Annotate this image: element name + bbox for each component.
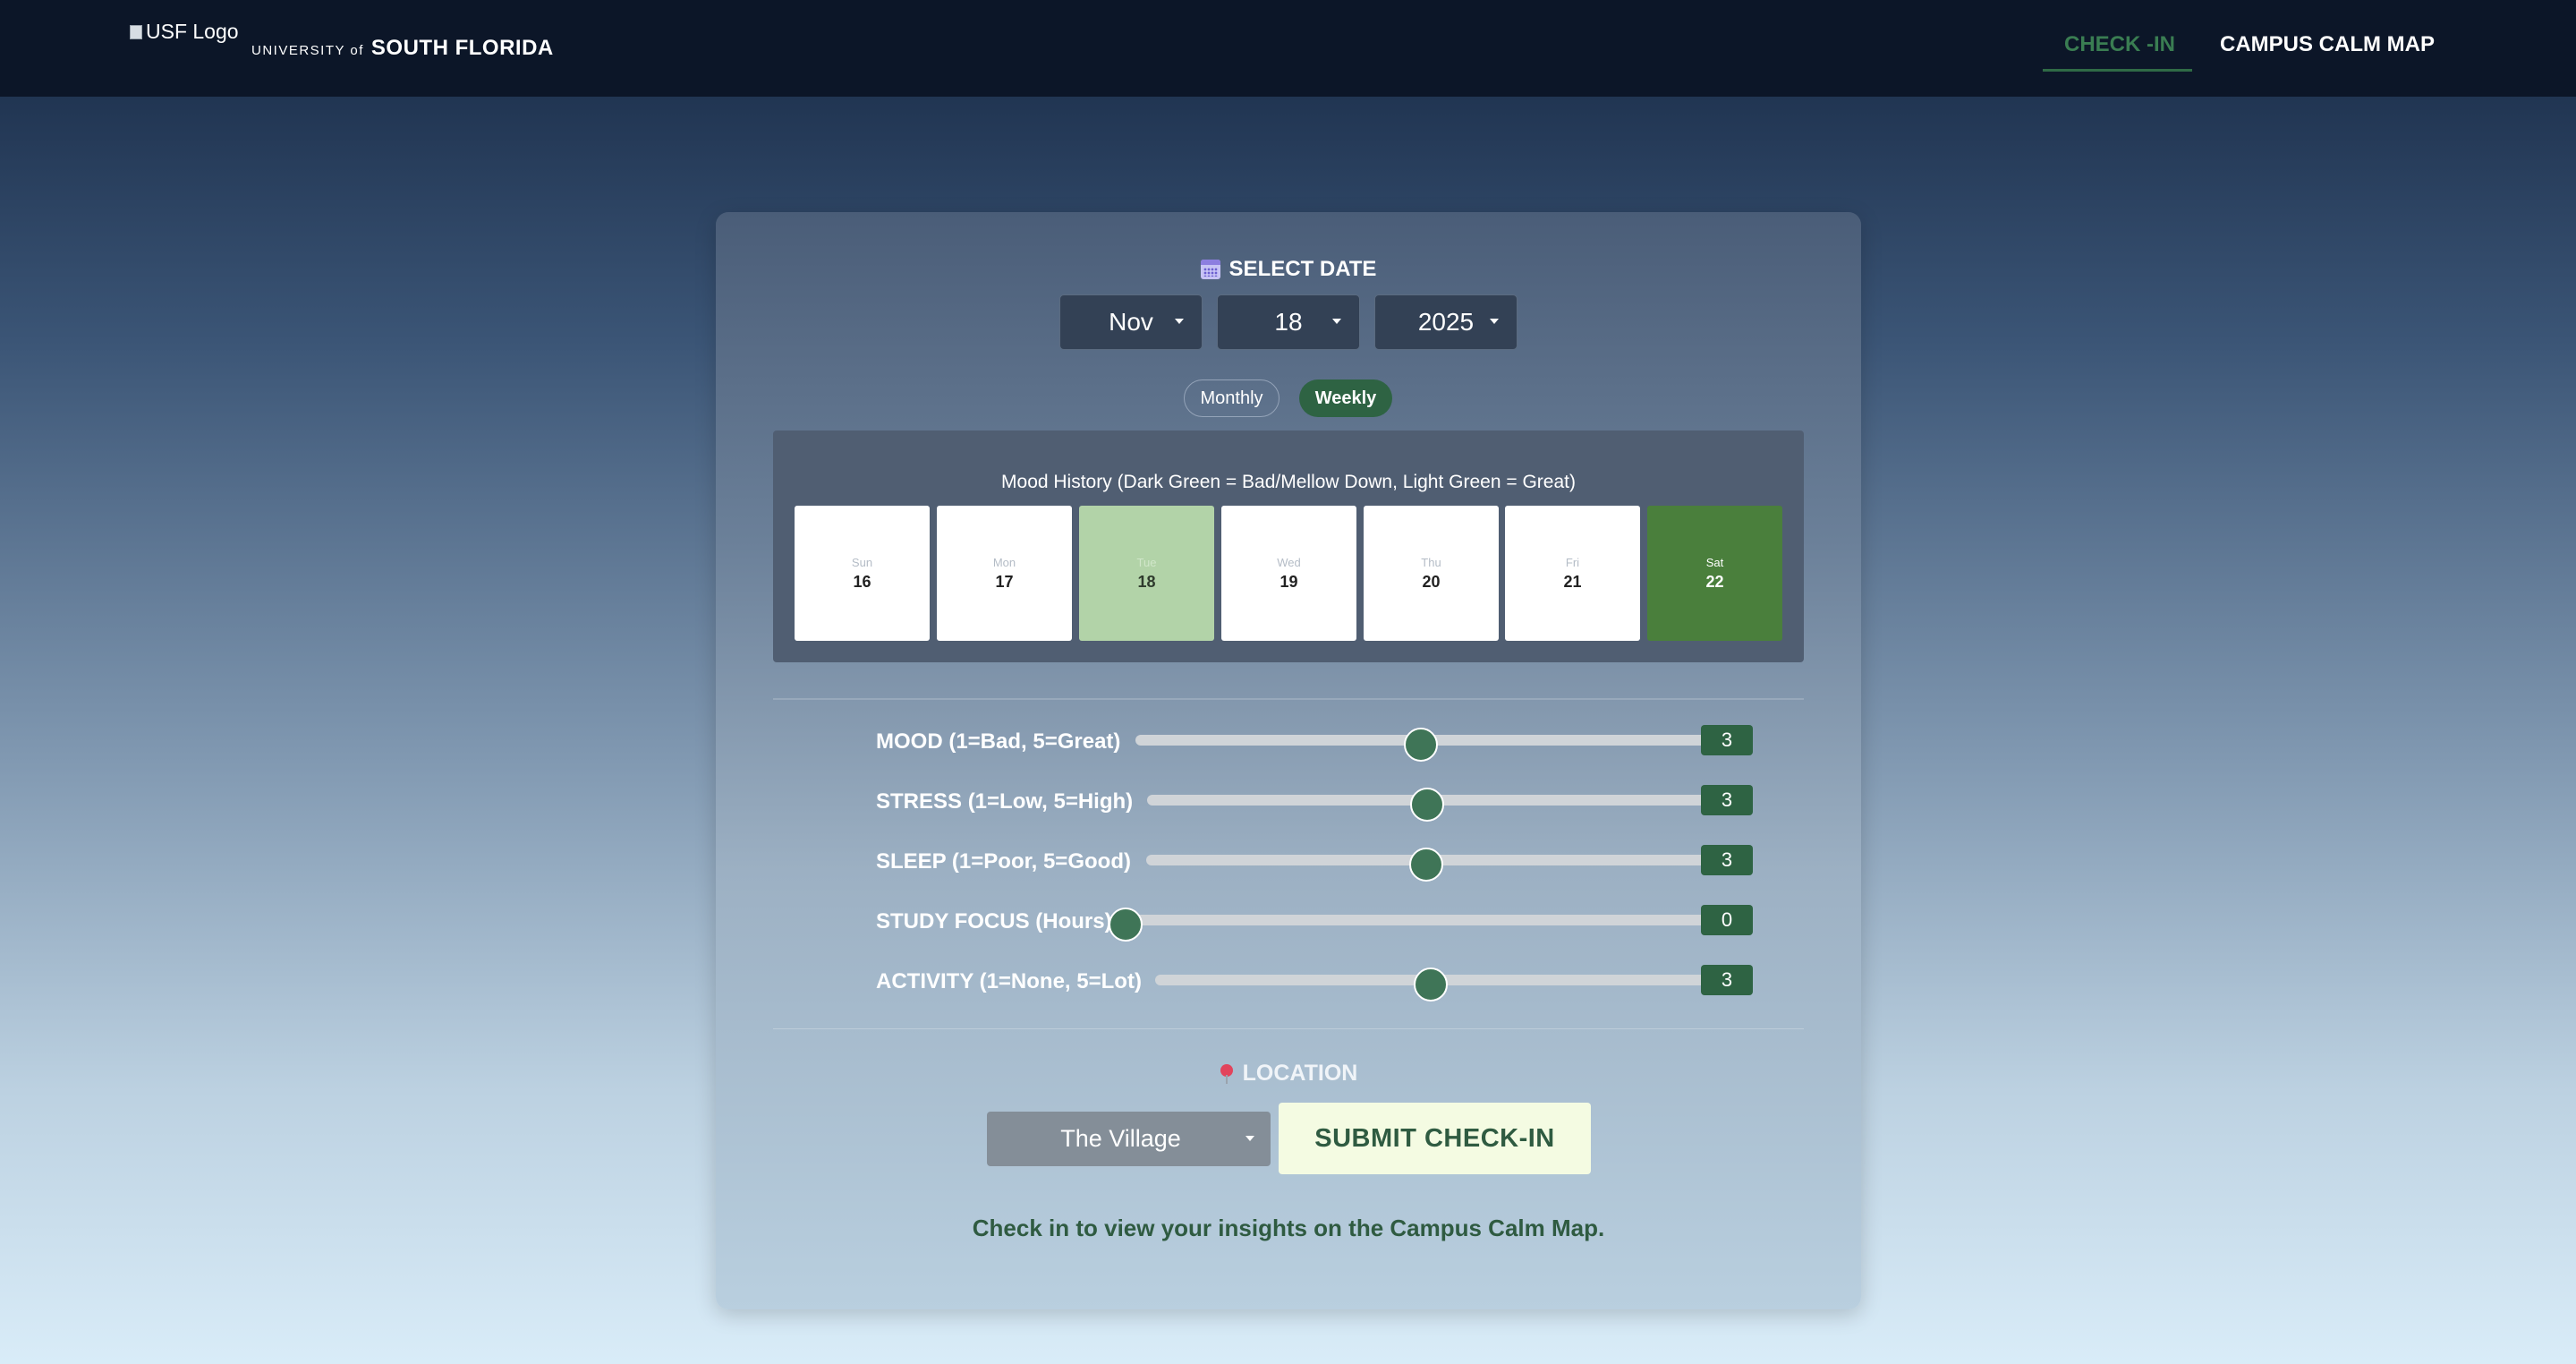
day-name: Wed xyxy=(1277,555,1301,569)
study-focus-value-badge: 0 xyxy=(1701,905,1753,935)
select-date-label: SELECT DATE xyxy=(1228,257,1377,281)
year-value: 2025 xyxy=(1417,308,1475,336)
day-select[interactable]: 18 xyxy=(1217,294,1360,350)
day-name: Mon xyxy=(992,555,1016,569)
month-value: Nov xyxy=(1109,308,1153,336)
sleep-slider-label: SLEEP (1=Poor, 5=Good) xyxy=(876,849,1131,874)
day-cell-tue[interactable]: Tue 18 xyxy=(1079,506,1214,641)
activity-value-badge: 3 xyxy=(1701,965,1753,995)
sleep-value-badge: 3 xyxy=(1701,845,1753,875)
select-date-heading: SELECT DATE xyxy=(716,257,1861,282)
month-select[interactable]: Nov xyxy=(1059,294,1203,350)
day-name: Fri xyxy=(1565,555,1580,569)
study-focus-slider-thumb[interactable] xyxy=(1109,908,1143,942)
nav-campus-calm-map[interactable]: CAMPUS CALM MAP xyxy=(2220,32,2435,57)
mood-history-title: Mood History (Dark Green = Bad/Mellow Do… xyxy=(1001,472,1576,492)
day-cell-sat[interactable]: Sat 22 xyxy=(1647,506,1782,641)
stress-slider-track[interactable] xyxy=(1147,788,1706,822)
stress-slider-thumb[interactable] xyxy=(1409,788,1444,822)
broken-image-icon xyxy=(130,24,142,39)
chevron-down-icon xyxy=(1245,1136,1254,1141)
study-focus-slider-label: STUDY FOCUS (Hours) xyxy=(876,909,1112,933)
top-navbar: USF Logo UNIVERSITY of SOUTH FLORIDA CHE… xyxy=(0,0,2576,97)
activity-slider-thumb[interactable] xyxy=(1414,968,1448,1002)
usf-logo[interactable]: USF Logo xyxy=(130,20,239,44)
university-prefix: UNIVERSITY of xyxy=(251,43,364,58)
year-select[interactable]: 2025 xyxy=(1374,294,1518,350)
day-name: Sat xyxy=(1705,555,1724,569)
mood-slider-label: MOOD (1=Bad, 5=Great) xyxy=(876,729,1121,754)
study-focus-slider-row: STUDY FOCUS (Hours) 0 xyxy=(876,902,1753,942)
nav-check-in[interactable]: CHECK -IN xyxy=(2064,32,2175,57)
day-cell-sun[interactable]: Sun 16 xyxy=(795,506,930,641)
mood-slider-thumb[interactable] xyxy=(1404,728,1438,762)
day-cell-mon[interactable]: Mon 17 xyxy=(937,506,1072,641)
activity-slider-track[interactable] xyxy=(1155,968,1706,1002)
sleep-slider-row: SLEEP (1=Poor, 5=Good) 3 xyxy=(876,842,1753,882)
sleep-slider-thumb[interactable] xyxy=(1409,848,1443,882)
day-cell-wed[interactable]: Wed 19 xyxy=(1221,506,1356,641)
sleep-slider-track[interactable] xyxy=(1146,848,1706,882)
mood-history-panel: Mood History (Dark Green = Bad/Mellow Do… xyxy=(773,431,1804,662)
university-title: SOUTH FLORIDA xyxy=(370,36,554,60)
weekly-toggle-button[interactable]: Weekly xyxy=(1299,379,1392,417)
day-number: 21 xyxy=(1563,572,1582,591)
day-name: Thu xyxy=(1421,555,1441,569)
location-label: LOCATION xyxy=(1242,1061,1358,1086)
day-cell-thu[interactable]: Thu 20 xyxy=(1364,506,1499,641)
location-select[interactable]: The Village xyxy=(987,1112,1271,1166)
calendar-icon xyxy=(1200,260,1220,279)
map-pin-icon xyxy=(1220,1063,1234,1084)
chevron-down-icon xyxy=(1332,319,1341,324)
section-divider xyxy=(773,1028,1804,1029)
mood-slider-row: MOOD (1=Bad, 5=Great) 3 xyxy=(876,722,1753,762)
activity-slider-label: ACTIVITY (1=None, 5=Lot) xyxy=(876,969,1142,993)
insight-message: Check in to view your insights on the Ca… xyxy=(972,1215,1605,1241)
stress-slider-label: STRESS (1=Low, 5=High) xyxy=(876,789,1134,814)
activity-slider-row: ACTIVITY (1=None, 5=Lot) 3 xyxy=(876,962,1753,1002)
day-name: Sun xyxy=(851,555,873,569)
day-number: 17 xyxy=(995,572,1014,591)
day-cell-fri[interactable]: Fri 21 xyxy=(1505,506,1640,641)
location-heading: LOCATION xyxy=(716,1061,1861,1087)
day-number: 19 xyxy=(1279,572,1298,591)
monthly-toggle-button[interactable]: Monthly xyxy=(1184,379,1279,417)
location-value: The Village xyxy=(1060,1125,1181,1152)
chevron-down-icon xyxy=(1175,319,1184,324)
university-name: UNIVERSITY of SOUTH FLORIDA xyxy=(251,36,554,61)
day-number: 20 xyxy=(1422,572,1441,591)
stress-slider-row: STRESS (1=Low, 5=High) 3 xyxy=(876,782,1753,822)
mood-slider-track[interactable] xyxy=(1135,728,1706,762)
section-divider xyxy=(773,698,1804,700)
nav-active-underline xyxy=(2043,69,2192,72)
day-value: 18 xyxy=(1274,308,1303,336)
submit-check-in-button[interactable]: SUBMIT CHECK-IN xyxy=(1279,1103,1591,1174)
mood-value-badge: 3 xyxy=(1701,725,1753,755)
stress-value-badge: 3 xyxy=(1701,785,1753,815)
day-number: 16 xyxy=(853,572,871,591)
study-focus-slider-track[interactable] xyxy=(1109,908,1706,942)
logo-alt-text: USF Logo xyxy=(146,20,239,43)
chevron-down-icon xyxy=(1490,319,1499,324)
day-number: 22 xyxy=(1705,572,1724,591)
day-name: Tue xyxy=(1136,555,1157,569)
day-number: 18 xyxy=(1137,572,1156,591)
check-in-card: SELECT DATE Nov 18 2025 Monthly Weekly M… xyxy=(716,212,1861,1309)
